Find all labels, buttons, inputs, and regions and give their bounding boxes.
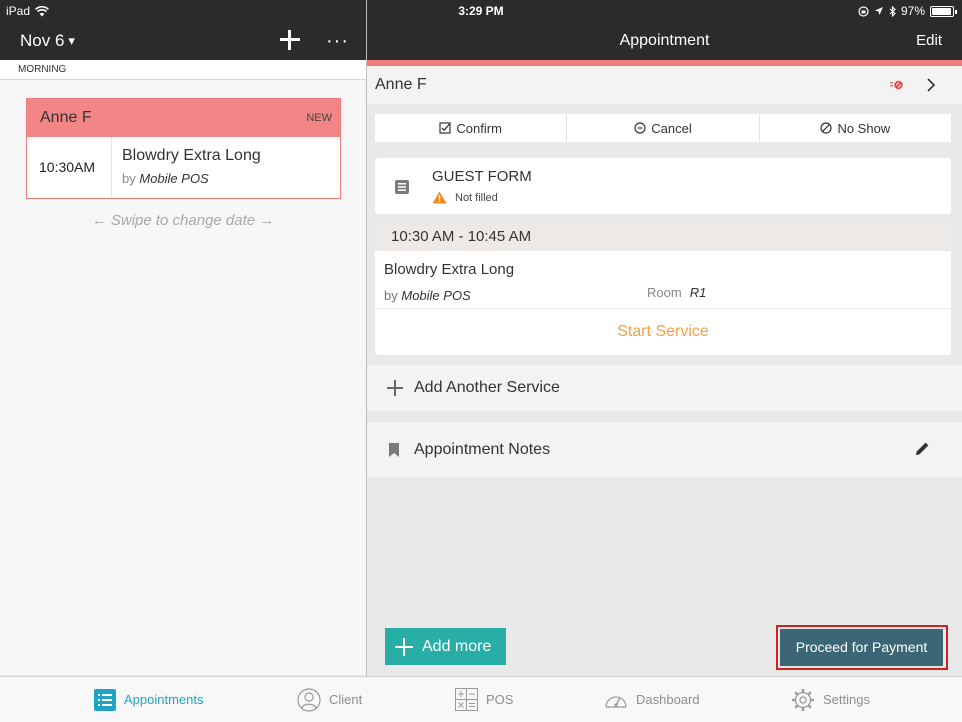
service-time-range: 10:30 AM - 10:45 AM [375, 223, 951, 251]
dropdown-arrow-icon: ▾ [68, 33, 75, 48]
plus-icon [387, 380, 403, 396]
tab-label: POS [486, 692, 514, 707]
client-row[interactable]: Anne F [367, 66, 962, 104]
add-another-service-label: Add Another Service [414, 379, 560, 396]
left-header: Nov 6 ▾ ··· [0, 22, 366, 60]
tab-client[interactable]: Client [297, 677, 362, 722]
appointment-actions: Confirm Cancel No Show [375, 114, 951, 142]
guest-form-title: GUEST FORM [432, 168, 532, 185]
gauge-icon [605, 695, 627, 708]
status-time: 3:29 PM [458, 4, 504, 18]
date-label: Nov 6 [20, 31, 65, 50]
right-header: Appointment Edit [367, 22, 962, 60]
guest-form-card[interactable]: GUEST FORM Not filled [375, 158, 951, 214]
location-arrow-icon [874, 7, 883, 15]
status-bar: iPad 3:29 PM 97% [0, 0, 962, 22]
checkbox-icon [439, 122, 452, 134]
service-card: 10:30 AM - 10:45 AM Blowdry Extra Long b… [375, 223, 951, 355]
battery-icon [930, 5, 957, 17]
add-more-button[interactable]: Add more [385, 628, 506, 665]
appointment-card-header: Anne F NEW [27, 99, 340, 137]
cancel-button[interactable]: Cancel [567, 114, 760, 142]
appointment-client-name: Anne F [40, 109, 92, 126]
start-service-button[interactable]: Start Service [375, 309, 951, 355]
service-room: Room R1 [647, 285, 707, 300]
cancel-label: Cancel [651, 120, 692, 136]
tab-label: Dashboard [636, 692, 700, 707]
more-options-button[interactable]: ··· [326, 30, 349, 53]
booked-by-name: Mobile POS [139, 171, 209, 186]
list-icon [94, 688, 116, 711]
bluetooth-icon [889, 5, 896, 17]
calculator-icon [455, 688, 478, 711]
pencil-icon[interactable] [915, 441, 930, 456]
tab-label: Appointments [124, 692, 204, 707]
orientation-lock-icon [858, 5, 869, 17]
confirm-label: Confirm [456, 120, 502, 136]
client-name: Anne F [375, 76, 427, 93]
tab-bar: Appointments Client POS Dashboard Settin… [0, 676, 962, 722]
edit-button[interactable]: Edit [916, 32, 942, 49]
appointment-notes-label: Appointment Notes [414, 440, 551, 458]
service-booked-by-name: Mobile POS [401, 288, 471, 303]
guest-form-status: Not filled [432, 191, 498, 204]
no-show-label: No Show [837, 120, 891, 136]
add-another-service-button[interactable]: Add Another Service [367, 365, 962, 411]
proceed-for-payment-button[interactable]: Proceed for Payment [780, 629, 943, 666]
appointment-time: 10:30AM [27, 137, 112, 197]
appointment-service: Blowdry Extra Long [122, 147, 261, 164]
chevron-right-icon[interactable] [926, 77, 936, 93]
no-show-button[interactable]: No Show [760, 114, 951, 142]
add-appointment-button[interactable] [278, 27, 302, 53]
swipe-hint: ← Swipe to change date → [91, 212, 275, 229]
appointment-list-panel: MORNING Anne F NEW 10:30AM Blowdry Extra… [0, 60, 366, 675]
confirm-button[interactable]: Confirm [375, 114, 568, 142]
warning-icon [432, 191, 447, 204]
appointment-notes-row[interactable]: Appointment Notes [367, 422, 962, 477]
bookmark-icon [389, 442, 399, 457]
tab-settings[interactable]: Settings [791, 677, 870, 722]
service-room-value: R1 [689, 285, 707, 300]
plus-icon [395, 637, 413, 656]
page-title: Appointment [619, 32, 710, 49]
top-bar: iPad 3:29 PM 97% Nov 6 ▾ ··· Appointment… [0, 0, 962, 60]
tab-label: Settings [823, 692, 870, 707]
appointment-booked-by: by Mobile POS [122, 171, 209, 186]
tab-label: Client [329, 692, 363, 707]
appointment-card[interactable]: Anne F NEW 10:30AM Blowdry Extra Long by… [26, 98, 341, 199]
tab-dashboard[interactable]: Dashboard [604, 677, 700, 722]
date-selector[interactable]: Nov 6 ▾ [20, 31, 75, 51]
guest-form-status-text: Not filled [455, 191, 498, 204]
new-badge: NEW [306, 112, 332, 124]
document-icon [395, 180, 409, 194]
service-booked-by: by Mobile POS [384, 288, 471, 303]
minus-circle-icon [634, 122, 646, 134]
service-name: Blowdry Extra Long [384, 261, 515, 278]
tab-appointments[interactable]: Appointments [94, 677, 204, 722]
appointment-detail-panel: Anne F Confirm Cancel No Show GUEST FORM… [367, 60, 962, 675]
add-more-label: Add more [422, 637, 492, 655]
person-icon [297, 687, 321, 712]
gear-icon [792, 688, 814, 711]
flag-icon [890, 80, 903, 90]
battery-percent: 97% [900, 4, 925, 18]
tab-pos[interactable]: POS [455, 677, 513, 722]
period-header: MORNING [0, 60, 366, 80]
prohibited-icon [820, 122, 833, 134]
